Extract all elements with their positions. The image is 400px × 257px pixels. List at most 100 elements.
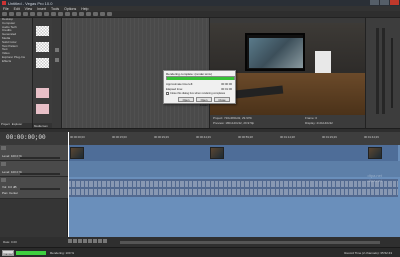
close-dialog-button[interactable]: Close: [214, 97, 230, 102]
master-meter-right: [382, 28, 385, 114]
ruler-label: 00:01:29;29: [322, 135, 337, 139]
preview-project-info: Project: 720x480x32, 29.970i: [213, 116, 252, 120]
ruler-label: 00:00:15;00: [112, 135, 127, 139]
record-icon[interactable]: [68, 239, 72, 243]
media-thumbnail[interactable]: [36, 42, 49, 52]
ruler-label: 00:01:44;29: [364, 135, 379, 139]
play-icon[interactable]: [83, 239, 87, 243]
status-progress-fill: [16, 251, 46, 255]
cut-icon[interactable]: [37, 12, 42, 16]
track-header-video-2[interactable]: Level: 100.0 %: [0, 161, 68, 177]
scene-box: [315, 51, 331, 73]
track-number: [1, 146, 6, 150]
track-header-audio-1[interactable]: Vol: 0.0 dB Pan: Center: [0, 177, 68, 199]
undo-icon[interactable]: [72, 12, 77, 16]
play-from-start-icon[interactable]: [78, 239, 82, 243]
loop-icon[interactable]: [73, 239, 77, 243]
timecode-panel: 00:00:00;00: [0, 132, 68, 145]
media-thumbnail[interactable]: [36, 104, 49, 114]
ruler-label: 00:00:29;29: [154, 135, 169, 139]
timeline-footer: Rate: 0.00: [0, 237, 400, 247]
watermark-line: dtpa.net: [367, 178, 382, 183]
timeline-scrollbar[interactable]: [120, 241, 380, 244]
go-to-start-icon[interactable]: [98, 239, 102, 243]
transport-controls: [68, 239, 107, 243]
save-icon[interactable]: [16, 12, 21, 16]
menu-edit[interactable]: Edit: [14, 7, 20, 11]
menu-options[interactable]: Options: [64, 7, 76, 11]
stop-icon[interactable]: [93, 239, 97, 243]
clip-thumbnail: [368, 147, 382, 159]
audio-clip[interactable]: [68, 179, 398, 197]
playhead-cursor[interactable]: [68, 132, 69, 237]
menu-view[interactable]: View: [25, 7, 33, 11]
redo-icon[interactable]: [79, 12, 84, 16]
timeline-tracks[interactable]: dtpa.net dtpa.net: [68, 132, 400, 237]
media-thumbnail[interactable]: [36, 58, 49, 68]
menu-file[interactable]: File: [3, 7, 9, 11]
go-to-end-icon[interactable]: [103, 239, 107, 243]
scroll-up-icon[interactable]: [55, 48, 59, 52]
ruler-label: 00:00:00;00: [70, 135, 85, 139]
empty-lane-area: [68, 199, 400, 237]
track-headers: Level: 100.0 % Level: 100.0 % Vol: 0.0 d…: [0, 145, 68, 237]
snap-icon[interactable]: [86, 12, 91, 16]
open-folder-button[interactable]: Open Folder: [196, 97, 212, 107]
track-level: Level: 100.0 %: [2, 170, 22, 174]
properties-icon[interactable]: [23, 12, 28, 16]
time-left-label: Approximate time left:: [166, 82, 194, 86]
timecode-display: 00:00:00;00: [6, 134, 46, 141]
lock-envelopes-icon[interactable]: [100, 12, 105, 16]
track-level-slider[interactable]: [20, 173, 60, 175]
auto-ripple-icon[interactable]: [93, 12, 98, 16]
track-volume-slider[interactable]: [20, 188, 60, 190]
delete-icon[interactable]: [58, 12, 63, 16]
video-clip[interactable]: [68, 145, 398, 161]
main-toolbar: [0, 11, 400, 18]
scroll-down-icon[interactable]: [55, 58, 59, 62]
open-button[interactable]: Open: [178, 97, 194, 102]
status-bar: Cancel Rendering: 100 % Record Time (2 c…: [0, 247, 400, 257]
menu-tools[interactable]: Tools: [51, 7, 59, 11]
media-thumbnail[interactable]: [36, 26, 49, 36]
close-window-button[interactable]: [390, 0, 399, 5]
track-header-video-1[interactable]: Level: 100.0 %: [0, 145, 68, 161]
close-when-done-checkbox[interactable]: [166, 92, 169, 95]
master-bus-mixer: [365, 18, 400, 128]
close-when-done-label: Close this dialog box when rendering com…: [170, 92, 226, 95]
video-lane-2: [68, 161, 400, 177]
open-icon[interactable]: [9, 12, 14, 16]
menu-help[interactable]: Help: [81, 7, 88, 11]
audio-lane-1: [68, 177, 400, 199]
copy-icon[interactable]: [44, 12, 49, 16]
pause-icon[interactable]: [88, 239, 92, 243]
explorer-tree: Desktop Computer Audio Tech Credits Gene…: [0, 18, 33, 128]
track-pan: Pan: Center: [2, 191, 19, 195]
minimize-button[interactable]: [370, 0, 379, 5]
help-icon[interactable]: [107, 12, 112, 16]
master-meter-left: [376, 28, 379, 114]
clip-thumbnail: [70, 147, 84, 159]
timeline-ruler[interactable]: 00:00:00;00 00:00:15;00 00:00:29;29 00:0…: [68, 132, 400, 145]
scene-monitor: [245, 33, 305, 71]
render-icon[interactable]: [30, 12, 35, 16]
trim-icon[interactable]: [65, 12, 70, 16]
maximize-button[interactable]: [380, 0, 389, 5]
transitions-pane: [52, 18, 62, 128]
ruler-label: 00:00:59;28: [238, 135, 253, 139]
elapsed-label: Elapsed time:: [166, 86, 183, 91]
track-level-slider[interactable]: [20, 157, 60, 159]
video-lane-1: [68, 145, 400, 161]
explorer-item[interactable]: Effects: [0, 59, 32, 64]
master-fader[interactable]: [391, 38, 393, 108]
dialog-progress-bar: [166, 76, 235, 80]
new-icon[interactable]: [2, 12, 7, 16]
ruler-label: 00:00:44;29: [196, 135, 211, 139]
record-time: Record Time (2 channels): 35:52:43: [344, 251, 392, 255]
status-text: Rendering: 100 %: [50, 251, 75, 255]
paste-icon[interactable]: [51, 12, 56, 16]
menu-insert[interactable]: Insert: [37, 7, 46, 11]
cancel-render-button[interactable]: Cancel: [2, 250, 14, 256]
render-complete-dialog: Rendering complete: (render.wmv) Approxi…: [163, 70, 236, 107]
media-thumbnail[interactable]: [36, 88, 49, 98]
